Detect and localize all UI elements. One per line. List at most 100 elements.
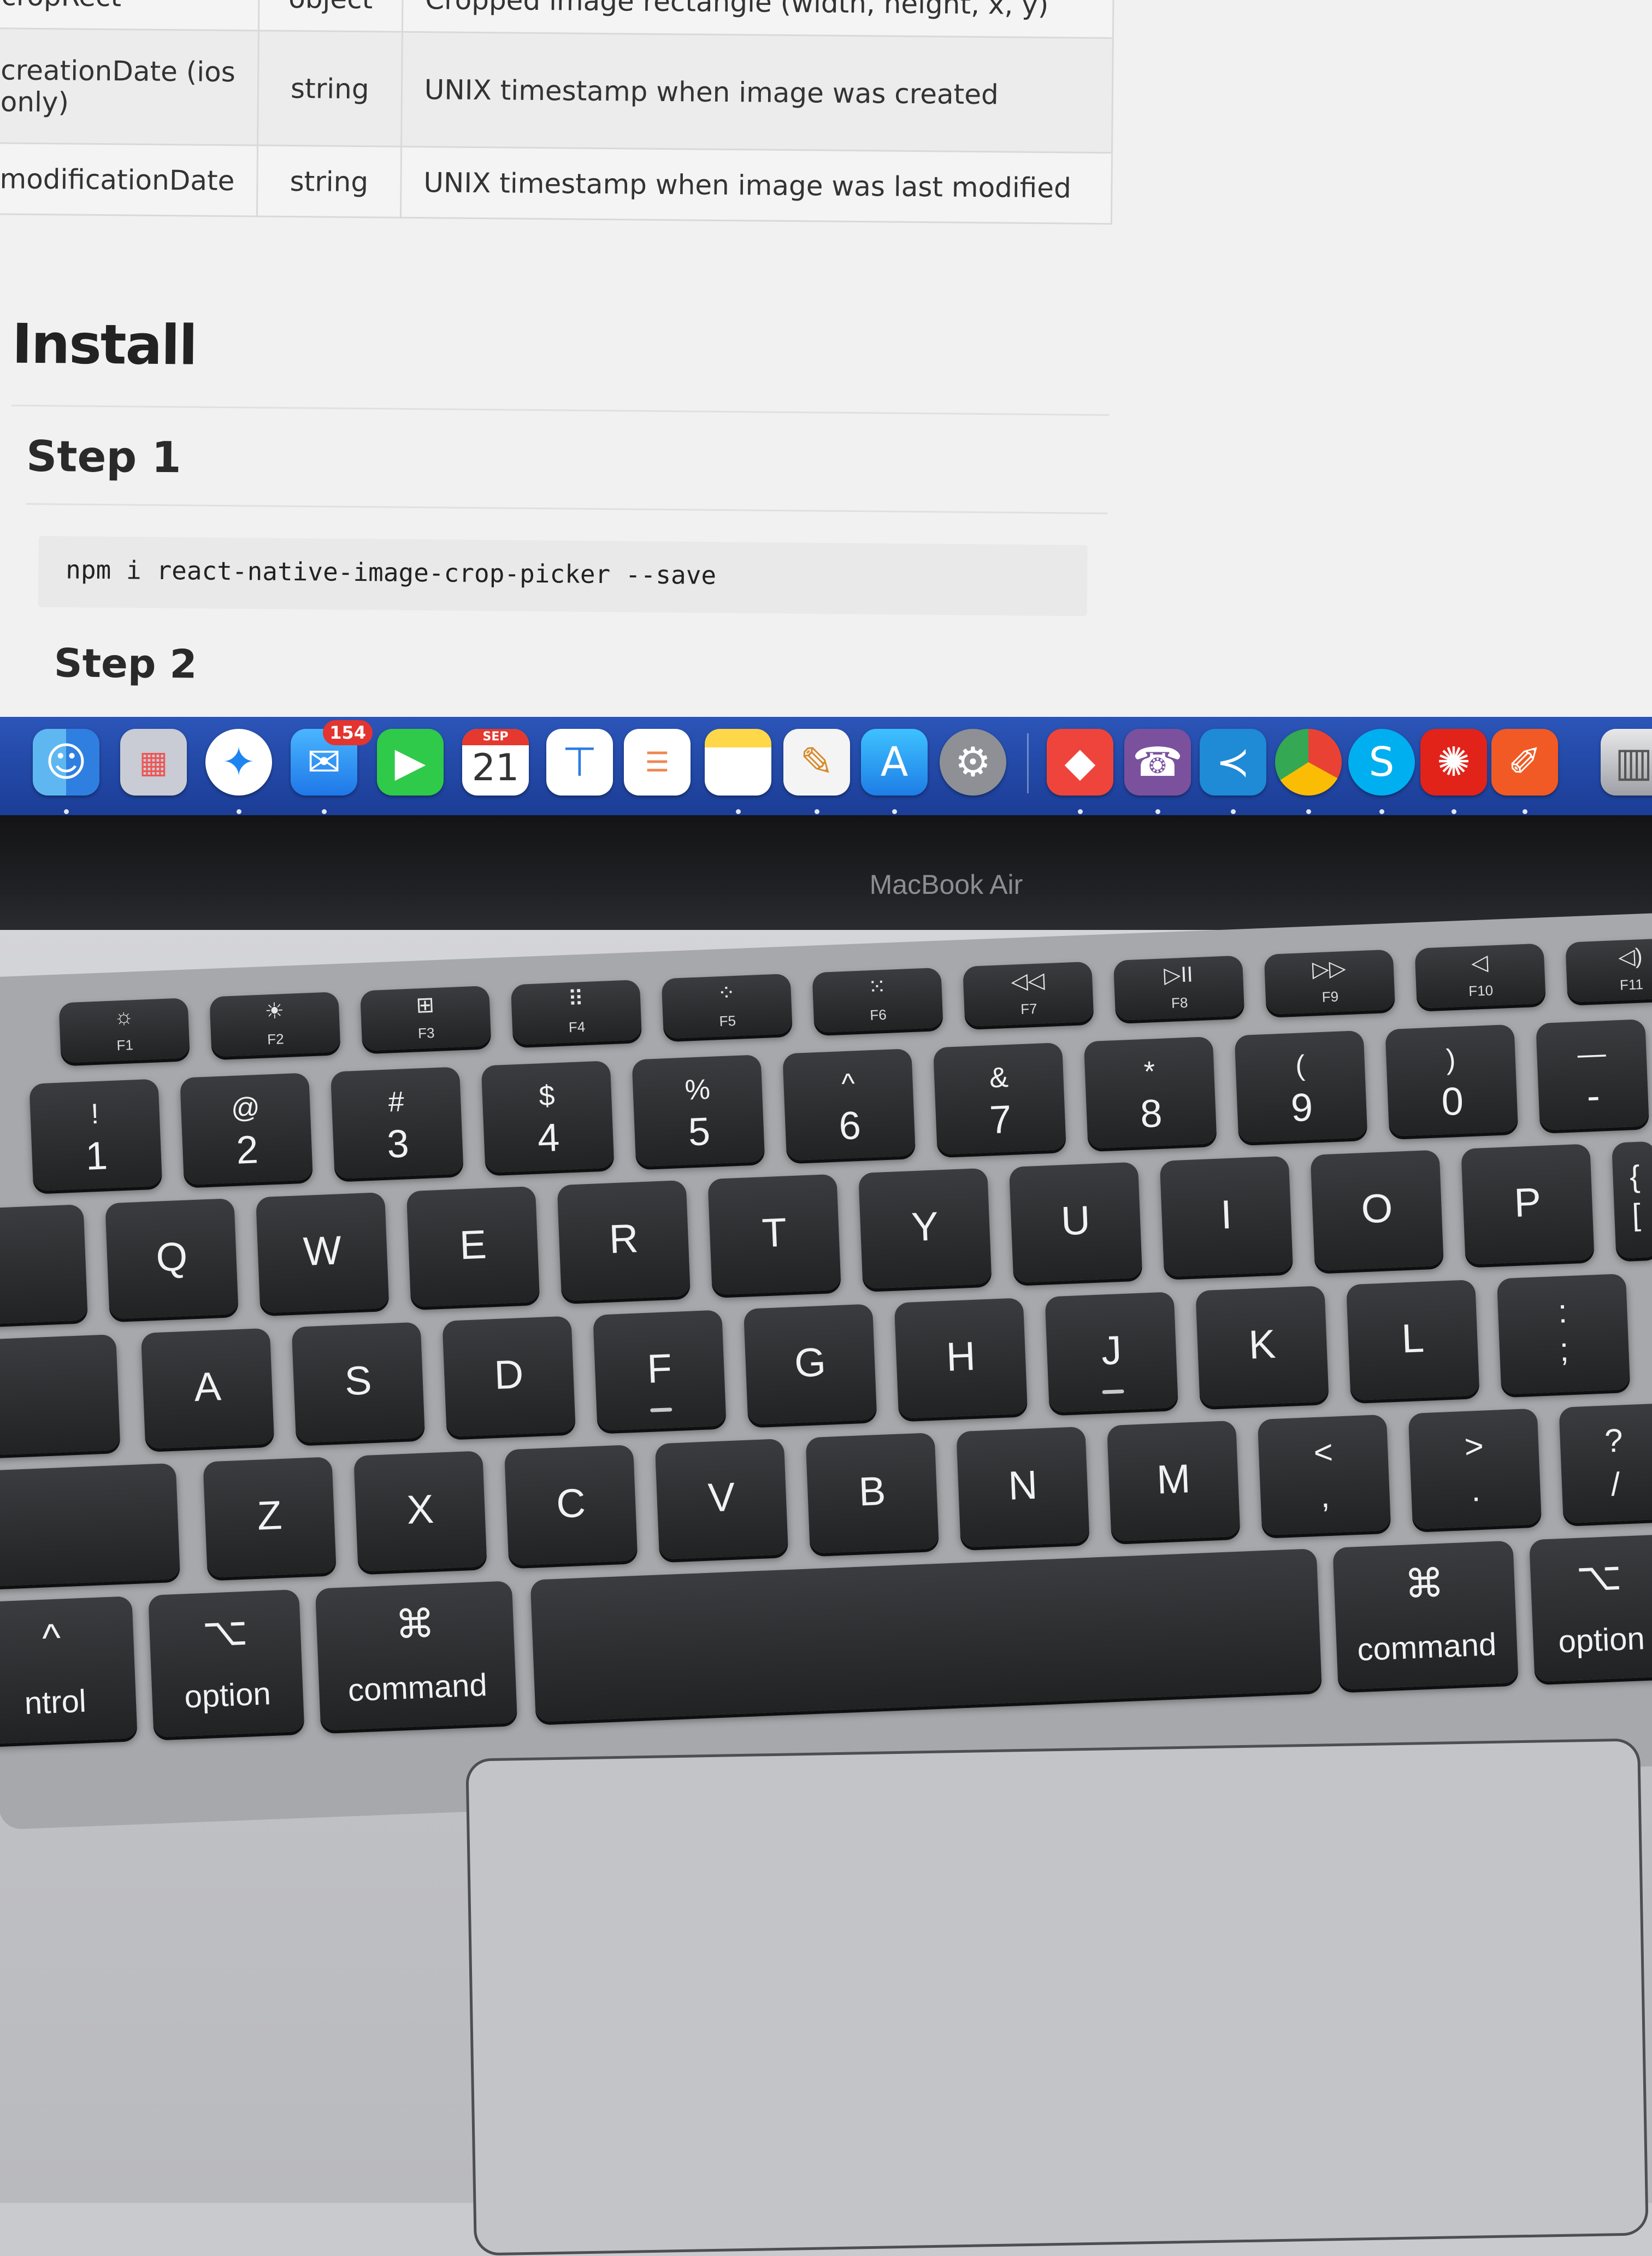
rewind-icon: ◁◁ bbox=[1010, 968, 1045, 994]
key-v[interactable]: V bbox=[654, 1439, 789, 1560]
key-f[interactable]: F bbox=[593, 1310, 727, 1431]
key-base-symbol: [ bbox=[1631, 1197, 1642, 1232]
key-u[interactable]: U bbox=[1008, 1162, 1143, 1283]
key-7[interactable]: & 7 bbox=[933, 1042, 1066, 1155]
key-p[interactable]: P bbox=[1461, 1144, 1595, 1265]
trackpad[interactable] bbox=[465, 1738, 1649, 2256]
key-l[interactable]: L bbox=[1346, 1280, 1480, 1401]
key-x[interactable]: X bbox=[353, 1451, 487, 1572]
key-0[interactable]: ) 0 bbox=[1385, 1024, 1519, 1137]
key-base-symbol: 0 bbox=[1441, 1079, 1465, 1124]
option-key-right[interactable]: ⌥ option bbox=[1529, 1534, 1652, 1682]
key-base-symbol: / bbox=[1610, 1465, 1621, 1503]
key-label: L bbox=[1400, 1315, 1425, 1362]
key-n[interactable]: N bbox=[956, 1426, 1090, 1548]
key-c[interactable]: C bbox=[504, 1445, 638, 1566]
control-key[interactable]: ^ ntrol bbox=[0, 1596, 138, 1745]
key-minus[interactable]: — - bbox=[1536, 1019, 1649, 1131]
key-tab[interactable] bbox=[0, 1204, 88, 1327]
key-semicolon[interactable]: :; bbox=[1496, 1273, 1631, 1395]
key-q[interactable]: Q bbox=[105, 1198, 239, 1320]
key-k[interactable]: K bbox=[1195, 1286, 1329, 1407]
key-shift-symbol: ! bbox=[90, 1098, 100, 1130]
keyboard-light-down-icon: ⁘ bbox=[717, 980, 736, 1006]
key-e[interactable]: E bbox=[406, 1186, 540, 1307]
f5-key[interactable]: ⁘ F5 bbox=[661, 973, 793, 1039]
key-6[interactable]: ^ 6 bbox=[782, 1049, 916, 1161]
key-slash[interactable]: ? / bbox=[1559, 1403, 1652, 1523]
key-5[interactable]: % 5 bbox=[632, 1055, 765, 1167]
space-bar[interactable] bbox=[530, 1548, 1322, 1722]
key-label: option bbox=[1557, 1621, 1645, 1660]
key-h[interactable]: H bbox=[894, 1298, 1028, 1419]
key-3[interactable]: #3 bbox=[330, 1067, 464, 1179]
f3-key[interactable]: ⊞ F3 bbox=[360, 986, 492, 1051]
key-j[interactable]: J bbox=[1045, 1292, 1178, 1413]
key-label: D bbox=[493, 1351, 524, 1398]
f8-key[interactable]: ▷II F8 bbox=[1113, 955, 1245, 1021]
key-label: A bbox=[193, 1363, 222, 1410]
key-b[interactable]: B bbox=[805, 1432, 939, 1554]
key-comma[interactable]: <, bbox=[1257, 1414, 1391, 1536]
key-m[interactable]: M bbox=[1107, 1420, 1241, 1542]
key-shift-symbol: > bbox=[1464, 1427, 1484, 1465]
key-9[interactable]: (9 bbox=[1234, 1030, 1368, 1143]
key-o[interactable]: O bbox=[1310, 1150, 1444, 1271]
key-label: R bbox=[608, 1215, 640, 1262]
f10-key[interactable]: ◁ F10 bbox=[1414, 943, 1546, 1009]
command-key-right[interactable]: ⌘ command bbox=[1332, 1540, 1519, 1690]
mute-icon: ◁ bbox=[1471, 950, 1489, 975]
key-shift-symbol: % bbox=[684, 1073, 711, 1106]
key-caps-lock[interactable] bbox=[0, 1334, 121, 1458]
key-d[interactable]: D bbox=[442, 1316, 576, 1437]
key-shift-left[interactable] bbox=[0, 1463, 180, 1588]
f1-key[interactable]: ☼ F1 bbox=[58, 998, 190, 1063]
key-shift-symbol: # bbox=[387, 1086, 405, 1118]
key-i[interactable]: I bbox=[1159, 1156, 1294, 1277]
key-s[interactable]: S bbox=[291, 1322, 425, 1443]
launchpad-key-icon: ⠿ bbox=[567, 987, 585, 1012]
command-icon: ⌘ bbox=[1403, 1561, 1445, 1607]
play-pause-icon: ▷II bbox=[1163, 962, 1194, 988]
key-r[interactable]: R bbox=[557, 1180, 691, 1301]
key-label: F6 bbox=[869, 1006, 887, 1024]
key-label: U bbox=[1060, 1197, 1092, 1244]
f9-key[interactable]: ▷▷ F9 bbox=[1264, 949, 1395, 1015]
f4-key[interactable]: ⠿ F4 bbox=[510, 979, 642, 1045]
option-key-left[interactable]: ⌥ option bbox=[148, 1589, 305, 1737]
brightness-up-icon: ☀ bbox=[264, 999, 285, 1024]
key-t[interactable]: T bbox=[707, 1174, 841, 1295]
key-8[interactable]: * 8 bbox=[1083, 1036, 1217, 1149]
command-key-left[interactable]: ⌘ command bbox=[315, 1581, 518, 1731]
key-w[interactable]: W bbox=[256, 1192, 390, 1313]
home-bump bbox=[1102, 1389, 1124, 1394]
key-shift-symbol: ) bbox=[1445, 1044, 1456, 1076]
key-shift-symbol: @ bbox=[230, 1092, 261, 1125]
f6-key[interactable]: ⁙ F6 bbox=[812, 967, 943, 1033]
key-bracket-left[interactable]: {[ bbox=[1612, 1141, 1652, 1259]
key-base-symbol: 9 bbox=[1290, 1085, 1314, 1130]
f7-key[interactable]: ◁◁ F7 bbox=[963, 961, 1094, 1027]
f2-key[interactable]: ☀ F2 bbox=[209, 992, 341, 1057]
key-1[interactable]: ! 1 bbox=[29, 1079, 163, 1191]
key-label: command bbox=[1356, 1626, 1497, 1668]
key-z[interactable]: Z bbox=[203, 1457, 337, 1578]
key-label: B bbox=[858, 1468, 887, 1515]
key-label: F bbox=[646, 1345, 673, 1392]
f11-key[interactable]: ◁) F11 bbox=[1565, 937, 1652, 1003]
key-label: M bbox=[1155, 1456, 1191, 1503]
key-2[interactable]: @2 bbox=[180, 1073, 313, 1185]
key-shift-symbol: < bbox=[1313, 1433, 1334, 1471]
key-a[interactable]: A bbox=[140, 1328, 275, 1449]
key-4[interactable]: $4 bbox=[481, 1061, 615, 1173]
key-label: F1 bbox=[116, 1036, 134, 1054]
key-base-symbol: 1 bbox=[85, 1134, 109, 1179]
key-period[interactable]: >. bbox=[1408, 1408, 1542, 1529]
key-shift-symbol: ( bbox=[1295, 1050, 1306, 1082]
key-g[interactable]: G bbox=[743, 1304, 877, 1425]
key-y[interactable]: Y bbox=[858, 1168, 992, 1289]
key-shift-symbol: { bbox=[1629, 1158, 1641, 1194]
key-label: F11 bbox=[1619, 976, 1644, 993]
key-base-symbol: 2 bbox=[235, 1128, 259, 1173]
option-icon: ⌥ bbox=[1575, 1554, 1622, 1600]
